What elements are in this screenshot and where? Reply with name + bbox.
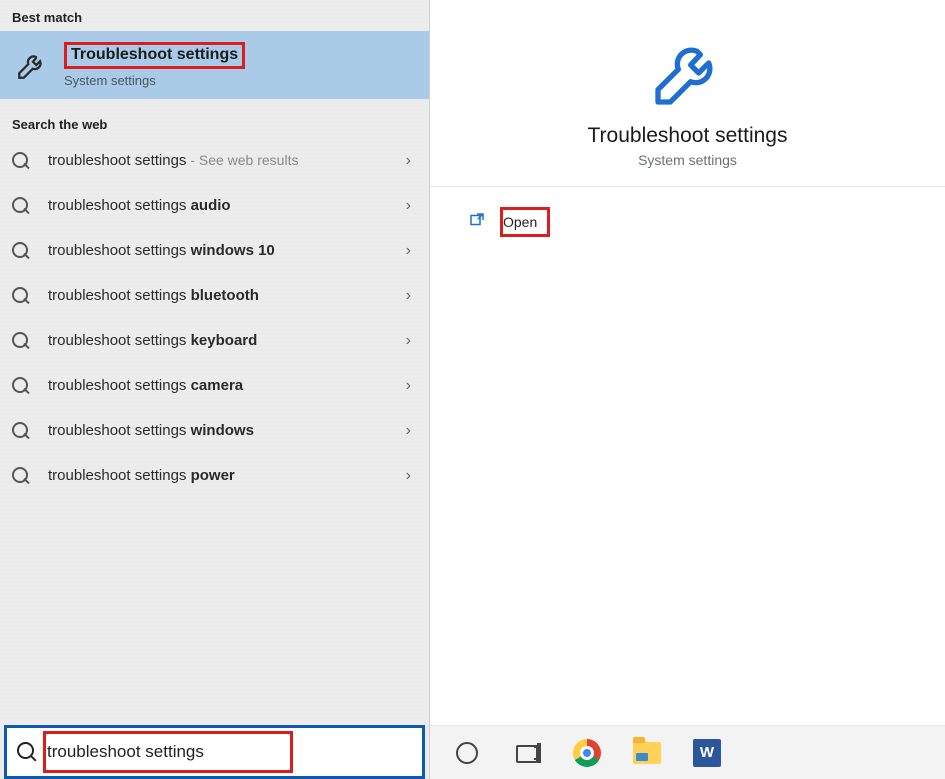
chevron-right-icon[interactable]: › — [406, 287, 411, 305]
web-result-item[interactable]: troubleshoot settings camera › — [0, 363, 429, 408]
detail-header: Troubleshoot settings System settings — [430, 0, 945, 187]
detail-subtitle: System settings — [638, 152, 737, 168]
web-result-item[interactable]: troubleshoot settings keyboard › — [0, 318, 429, 363]
best-match-text: Troubleshoot settings System settings — [64, 42, 245, 89]
search-bar[interactable] — [4, 725, 425, 779]
start-search-panel: Best match Troubleshoot settings System … — [0, 0, 945, 779]
chrome-icon — [573, 739, 601, 767]
detail-actions: Open — [430, 187, 945, 237]
search-icon — [12, 152, 30, 170]
task-view-icon — [513, 743, 541, 763]
search-icon — [12, 377, 30, 395]
wrench-icon — [646, 30, 730, 114]
chevron-right-icon[interactable]: › — [406, 377, 411, 395]
spacer — [0, 498, 429, 725]
web-result-label: troubleshoot settings - See web results — [48, 152, 298, 169]
annotation-highlight — [43, 731, 293, 773]
search-icon — [12, 287, 30, 305]
web-result-item[interactable]: troubleshoot settings bluetooth › — [0, 273, 429, 318]
best-match-header: Best match — [0, 0, 429, 31]
result-detail-panel: Troubleshoot settings System settings Op… — [430, 0, 945, 779]
web-result-label: troubleshoot settings windows 10 — [48, 242, 275, 259]
web-result-item[interactable]: troubleshoot settings power › — [0, 453, 429, 498]
circle-icon — [456, 742, 478, 764]
web-results-list: troubleshoot settings - See web results … — [0, 138, 429, 498]
search-icon — [12, 242, 30, 260]
wrench-icon — [14, 47, 50, 83]
open-label: Open — [503, 214, 537, 230]
web-result-item[interactable]: troubleshoot settings - See web results … — [0, 138, 429, 183]
chevron-right-icon[interactable]: › — [406, 467, 411, 485]
chevron-right-icon[interactable]: › — [406, 422, 411, 440]
web-result-label: troubleshoot settings keyboard — [48, 332, 257, 349]
best-match-result[interactable]: Troubleshoot settings System settings — [0, 31, 429, 99]
chevron-right-icon[interactable]: › — [406, 197, 411, 215]
detail-title: Troubleshoot settings — [587, 124, 787, 148]
chrome-button[interactable] — [570, 736, 604, 770]
cortana-button[interactable] — [450, 736, 484, 770]
search-icon — [12, 332, 30, 350]
word-icon: W — [693, 739, 721, 767]
taskbar: W — [430, 725, 945, 779]
search-web-header: Search the web — [0, 99, 429, 138]
search-icon — [17, 742, 37, 762]
web-result-label: troubleshoot settings bluetooth — [48, 287, 259, 304]
search-icon — [12, 422, 30, 440]
web-result-label: troubleshoot settings power — [48, 467, 235, 484]
search-results-column: Best match Troubleshoot settings System … — [0, 0, 430, 779]
chevron-right-icon[interactable]: › — [406, 242, 411, 260]
annotation-highlight: Open — [500, 207, 550, 237]
web-result-item[interactable]: troubleshoot settings audio › — [0, 183, 429, 228]
task-view-button[interactable] — [510, 736, 544, 770]
folder-icon — [633, 742, 661, 764]
best-match-title: Troubleshoot settings — [64, 42, 245, 70]
web-result-label: troubleshoot settings windows — [48, 422, 254, 439]
search-icon — [12, 467, 30, 485]
web-result-item[interactable]: troubleshoot settings windows › — [0, 408, 429, 453]
web-result-item[interactable]: troubleshoot settings windows 10 › — [0, 228, 429, 273]
open-action[interactable]: Open — [468, 207, 945, 237]
open-icon — [468, 211, 486, 234]
web-result-label: troubleshoot settings audio — [48, 197, 231, 214]
chevron-right-icon[interactable]: › — [406, 332, 411, 350]
word-button[interactable]: W — [690, 736, 724, 770]
chevron-right-icon[interactable]: › — [406, 152, 411, 170]
search-icon — [12, 197, 30, 215]
web-result-label: troubleshoot settings camera — [48, 377, 243, 394]
best-match-subtitle: System settings — [64, 73, 245, 88]
file-explorer-button[interactable] — [630, 736, 664, 770]
